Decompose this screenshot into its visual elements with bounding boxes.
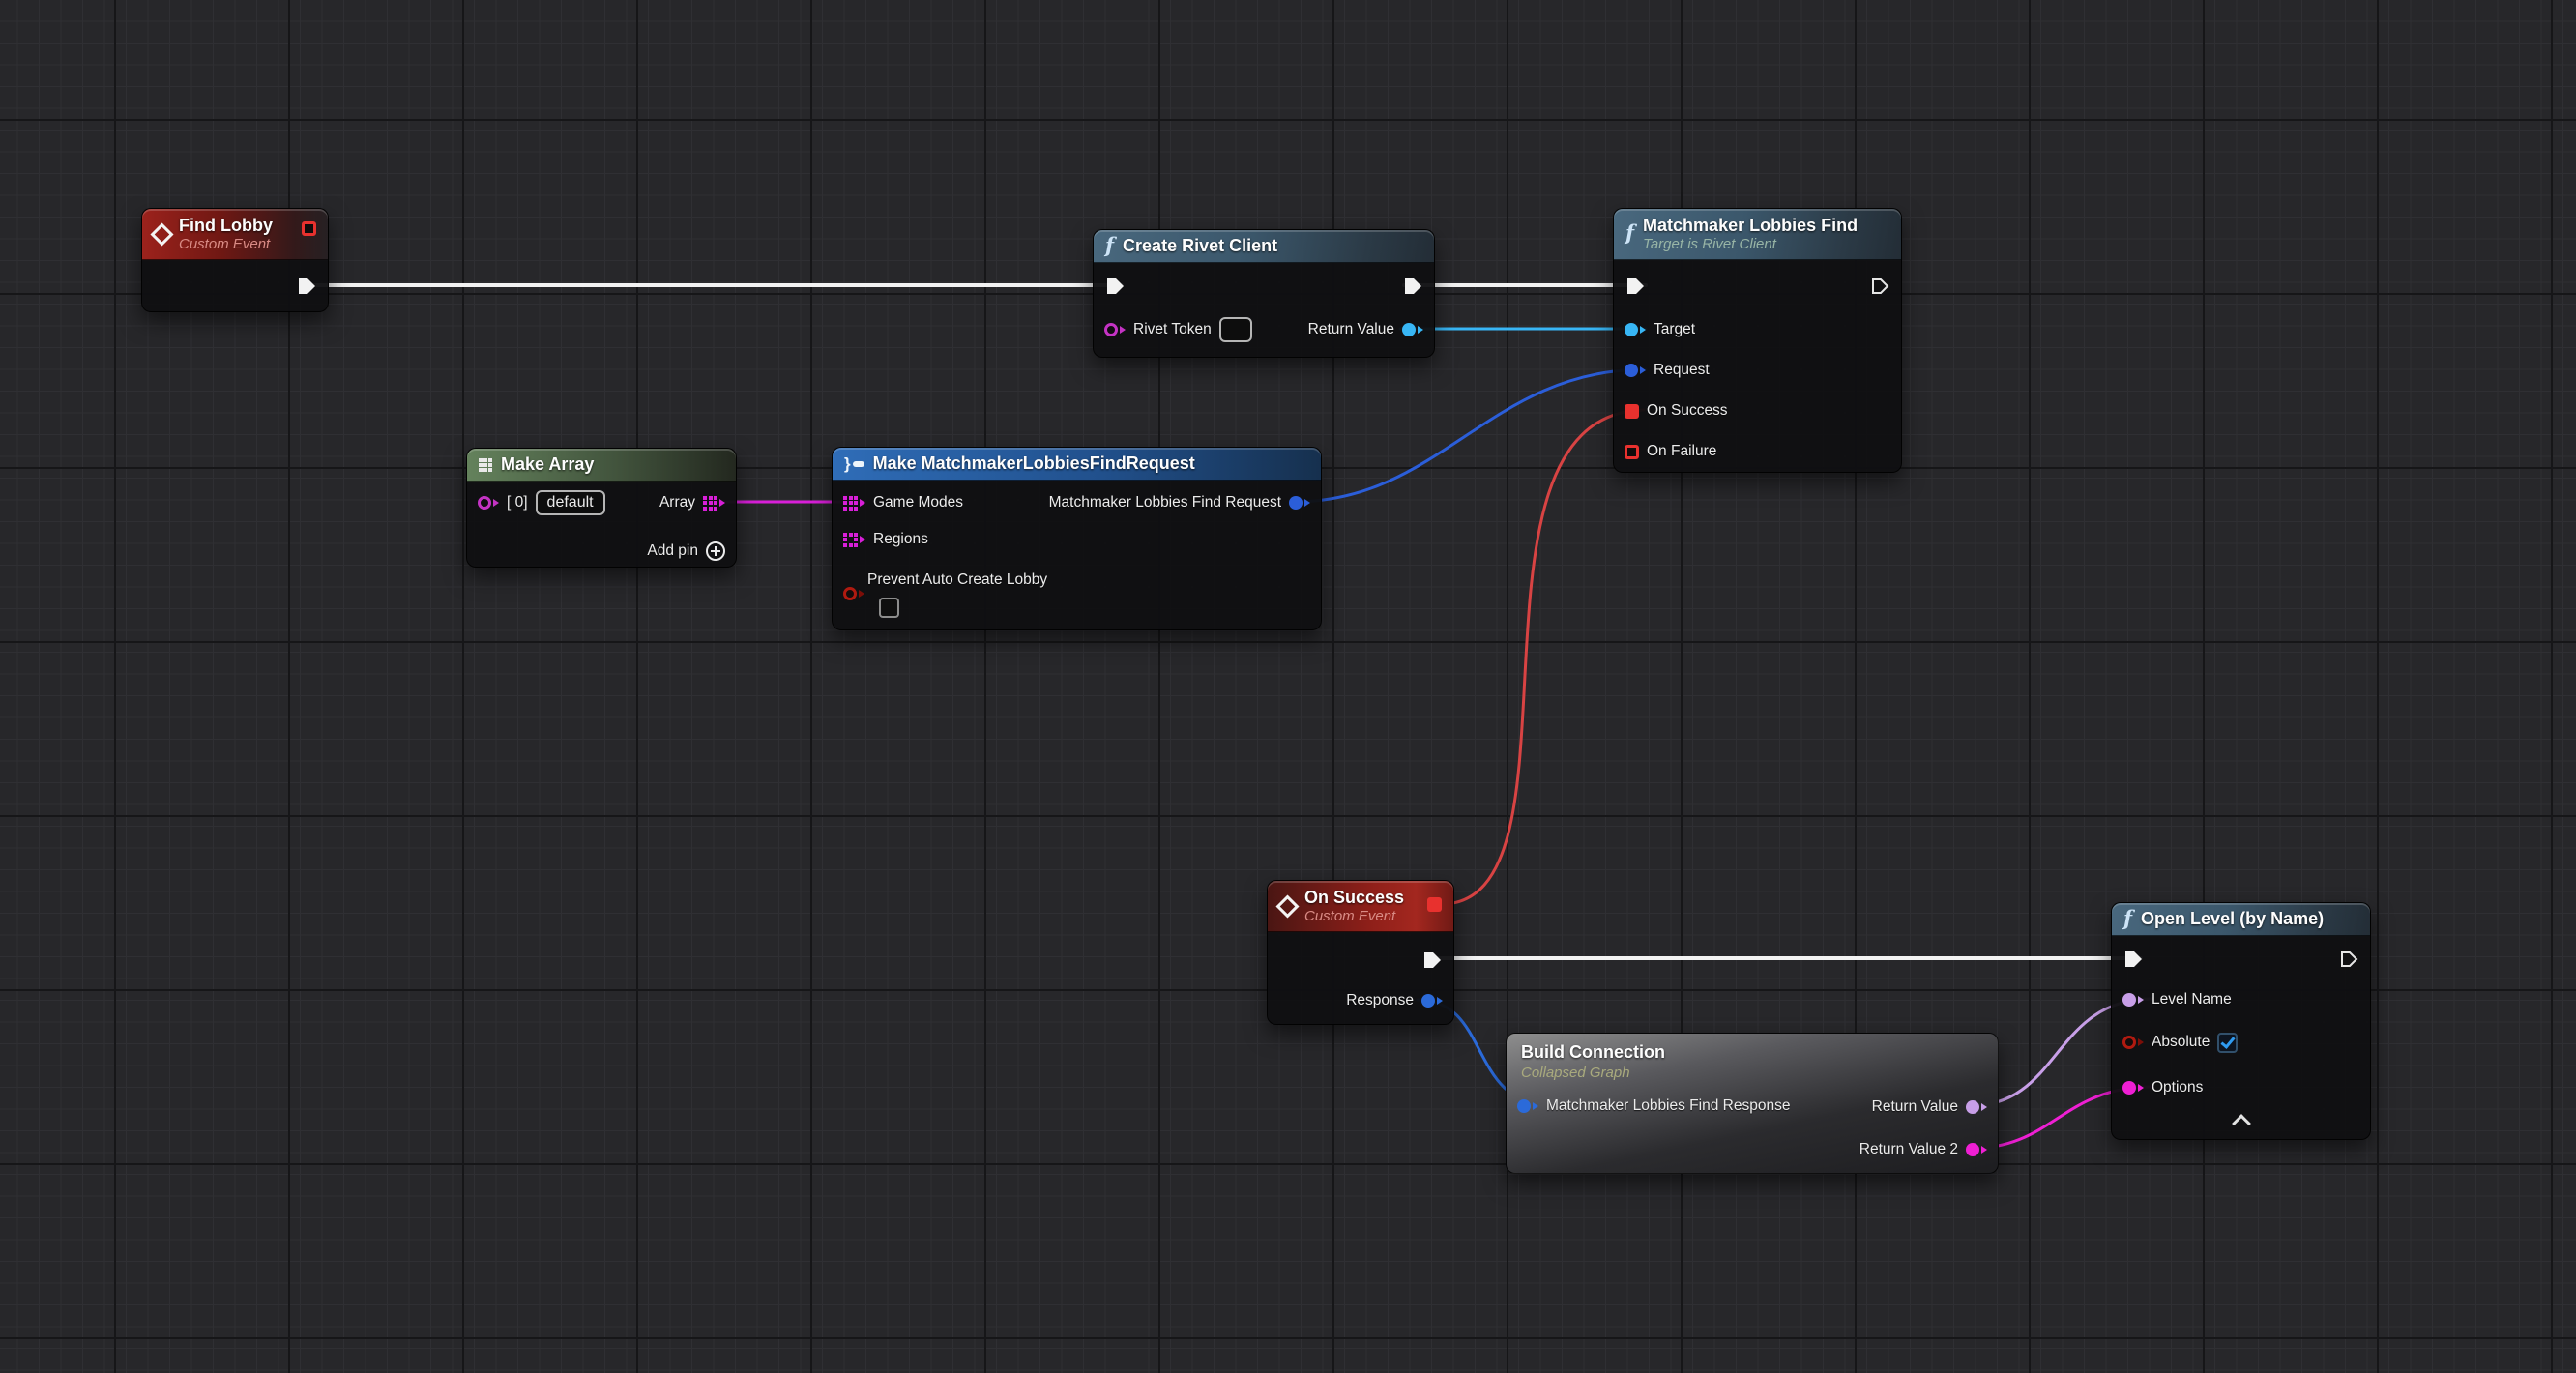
make-struct-icon: }	[844, 455, 864, 472]
pin-label-options: Options	[2152, 1079, 2203, 1096]
node-make-matchmakerlobbiesfindrequest[interactable]: } Make MatchmakerLobbiesFindRequest Game…	[832, 447, 1322, 630]
node-header[interactable]: f Create Rivet Client	[1094, 230, 1434, 263]
checkmark-icon	[2220, 1034, 2235, 1049]
pin-label-regions: Regions	[873, 531, 928, 548]
node-header[interactable]: Make Array	[467, 449, 736, 482]
add-pin-label: Add pin	[647, 542, 698, 560]
node-build-connection[interactable]: Build Connection Collapsed Graph Matchma…	[1506, 1033, 1999, 1174]
element-0-value-input[interactable]: default	[536, 490, 605, 515]
on-success-delegate-pin[interactable]	[1625, 404, 1639, 419]
node-header[interactable]: Find Lobby Custom Event	[142, 209, 328, 260]
node-subtitle: Custom Event	[179, 236, 273, 252]
exec-out-pin[interactable]	[1402, 276, 1423, 297]
wire-layer	[0, 0, 2576, 1373]
regions-pin[interactable]	[843, 533, 865, 547]
rivet-token-input[interactable]	[1219, 317, 1252, 342]
game-modes-pin[interactable]	[843, 496, 865, 511]
options-pin[interactable]	[2122, 1081, 2144, 1095]
request-out-pin[interactable]	[1289, 496, 1310, 510]
exec-in-pin[interactable]	[1104, 276, 1126, 297]
delegate-pin[interactable]	[1427, 897, 1442, 912]
pin-label-prevent-auto-create-lobby: Prevent Auto Create Lobby	[867, 571, 1047, 589]
on-failure-delegate-pin[interactable]	[1625, 445, 1639, 459]
pin-label-absolute: Absolute	[2152, 1034, 2210, 1051]
pin-label-return-value: Return Value	[1872, 1098, 1958, 1116]
exec-out-pin[interactable]	[1869, 276, 1890, 297]
node-header[interactable]: f Matchmaker Lobbies Find Target is Rive…	[1614, 209, 1901, 260]
node-title: Make MatchmakerLobbiesFindRequest	[873, 453, 1195, 474]
exec-in-pin[interactable]	[2122, 949, 2144, 970]
array-element-0-pin[interactable]	[478, 496, 499, 510]
level-name-pin[interactable]	[2122, 993, 2144, 1007]
target-pin[interactable]	[1625, 323, 1646, 336]
pin-label-game-modes: Game Modes	[873, 494, 963, 511]
pin-label-response-in: Matchmaker Lobbies Find Response	[1546, 1097, 1790, 1115]
return-value-2-pin[interactable]	[1966, 1143, 1987, 1156]
node-title: Open Level (by Name)	[2141, 909, 2324, 929]
add-pin-button[interactable]	[706, 541, 725, 561]
node-matchmaker-lobbies-find[interactable]: f Matchmaker Lobbies Find Target is Rive…	[1613, 208, 1902, 473]
prevent-auto-create-lobby-pin[interactable]	[843, 587, 864, 600]
custom-event-diamond-icon	[150, 222, 173, 246]
node-title: Create Rivet Client	[1123, 236, 1277, 256]
node-subtitle: Custom Event	[1304, 908, 1404, 924]
exec-out-pin[interactable]	[1421, 949, 1443, 971]
pin-label-rivet-token: Rivet Token	[1133, 321, 1212, 338]
pin-label-return-value: Return Value	[1308, 321, 1394, 338]
matchmaker-lobbies-find-response-pin[interactable]	[1517, 1099, 1538, 1113]
absolute-checkbox[interactable]	[2217, 1033, 2238, 1053]
node-find-lobby[interactable]: Find Lobby Custom Event	[141, 208, 329, 312]
pin-label-request: Request	[1654, 362, 1710, 379]
node-make-array[interactable]: Make Array [ 0] default Array Add pin	[466, 448, 737, 568]
pin-label-array-out: Array	[659, 494, 695, 511]
node-title: Make Array	[501, 454, 594, 475]
node-header[interactable]: f Open Level (by Name)	[2112, 903, 2370, 936]
rivet-token-pin[interactable]	[1104, 323, 1126, 336]
node-title: Find Lobby	[179, 216, 273, 236]
node-header[interactable]: On Success Custom Event	[1268, 881, 1453, 932]
pin-label-on-failure: On Failure	[1647, 443, 1716, 460]
node-subtitle: Target is Rivet Client	[1643, 236, 1858, 252]
blueprint-graph-canvas[interactable]: { "canvas":{"width":2664,"height":1420,"…	[0, 0, 2576, 1373]
node-on-success[interactable]: On Success Custom Event Response	[1267, 880, 1454, 1025]
function-f-icon: f	[1625, 220, 1634, 245]
exec-out-pin[interactable]	[2338, 949, 2359, 970]
return-value-pin[interactable]	[1966, 1100, 1987, 1114]
node-title: On Success	[1304, 888, 1404, 908]
make-array-grid-icon	[479, 458, 492, 472]
request-pin[interactable]	[1625, 364, 1646, 377]
custom-event-diamond-icon	[1275, 894, 1299, 918]
array-out-pin[interactable]	[703, 496, 725, 511]
pin-label-request-out: Matchmaker Lobbies Find Request	[1049, 494, 1281, 511]
pin-label-level-name: Level Name	[2152, 991, 2232, 1008]
collapse-advanced-pins-chevron-icon[interactable]	[2232, 1114, 2251, 1133]
function-f-icon: f	[2123, 906, 2132, 930]
function-f-icon: f	[1105, 233, 1114, 257]
node-subtitle: Collapsed Graph	[1521, 1065, 1630, 1081]
exec-out-pin[interactable]	[296, 276, 317, 297]
node-create-rivet-client[interactable]: f Create Rivet Client Rivet Token Return…	[1093, 229, 1435, 358]
pin-label-response: Response	[1346, 992, 1414, 1009]
absolute-pin[interactable]	[2122, 1036, 2144, 1049]
pin-label-target: Target	[1654, 321, 1695, 338]
response-pin[interactable]	[1421, 994, 1443, 1008]
pin-label-element-0: [ 0]	[507, 494, 528, 511]
node-title: Matchmaker Lobbies Find	[1643, 216, 1858, 236]
wire-onsuccess-delegate	[1443, 410, 1644, 904]
pin-label-on-success: On Success	[1647, 402, 1728, 420]
wire-request-to-matchmakerfind	[1294, 369, 1646, 502]
pin-label-return-value-2: Return Value 2	[1859, 1141, 1958, 1158]
delegate-pin[interactable]	[302, 221, 316, 236]
node-header[interactable]: } Make MatchmakerLobbiesFindRequest	[833, 448, 1321, 481]
return-value-pin[interactable]	[1402, 323, 1423, 336]
prevent-auto-create-lobby-checkbox[interactable]	[879, 598, 899, 618]
node-title: Build Connection	[1521, 1042, 1665, 1063]
exec-in-pin[interactable]	[1625, 276, 1646, 297]
node-open-level-by-name[interactable]: f Open Level (by Name) Level Name Absolu…	[2111, 902, 2371, 1140]
